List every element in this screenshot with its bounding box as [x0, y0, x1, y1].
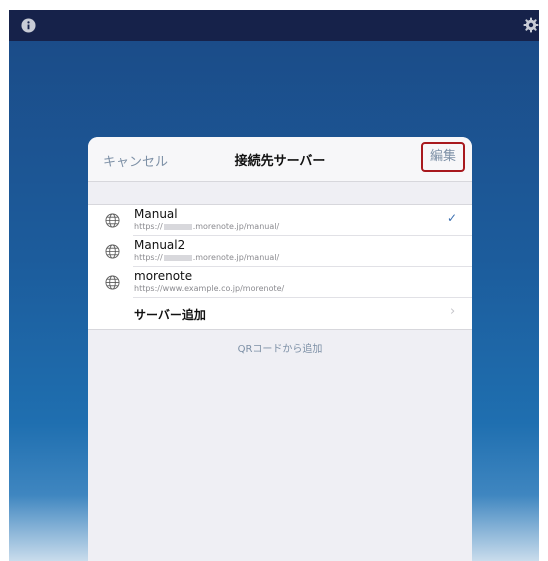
top-bar — [9, 10, 539, 41]
info-icon[interactable] — [21, 18, 36, 33]
chevron-right-icon: › — [450, 304, 456, 319]
server-name: Manual2 — [134, 238, 186, 252]
checkmark-icon: ✓ — [447, 211, 458, 225]
server-url: https://.morenote.jp/manual/ — [134, 253, 280, 262]
server-row-manual[interactable]: Manual https://.morenote.jp/manual/ ✓ — [88, 205, 472, 236]
edit-button[interactable]: 編集 — [421, 142, 465, 172]
server-url: https://.morenote.jp/manual/ — [134, 222, 280, 231]
server-dialog: キャンセル 接続先サーバー 編集 Manual https://.morenot… — [88, 137, 472, 561]
server-row-manual2[interactable]: Manual2 https://.morenote.jp/manual/ — [88, 236, 472, 267]
app-screen: キャンセル 接続先サーバー 編集 Manual https://.morenot… — [9, 10, 539, 561]
redacted-text — [163, 223, 192, 230]
server-name: morenote — [134, 269, 193, 283]
qr-add-link[interactable]: QRコードから追加 — [88, 340, 472, 355]
redacted-text — [163, 254, 192, 261]
dialog-header: キャンセル 接続先サーバー 編集 — [88, 137, 472, 182]
add-server-label: サーバー追加 — [134, 308, 206, 322]
server-row-morenote[interactable]: morenote https://www.example.co.jp/moren… — [88, 267, 472, 298]
globe-icon — [105, 244, 120, 259]
globe-icon — [105, 275, 120, 290]
gear-icon[interactable] — [523, 17, 539, 33]
server-name: Manual — [134, 207, 178, 221]
add-server-row[interactable]: サーバー追加 › — [88, 298, 472, 329]
server-url: https://www.example.co.jp/morenote/ — [134, 284, 285, 293]
dialog-title: 接続先サーバー — [234, 154, 326, 169]
server-list: Manual https://.morenote.jp/manual/ ✓ Ma… — [88, 204, 472, 330]
globe-icon — [105, 213, 120, 228]
